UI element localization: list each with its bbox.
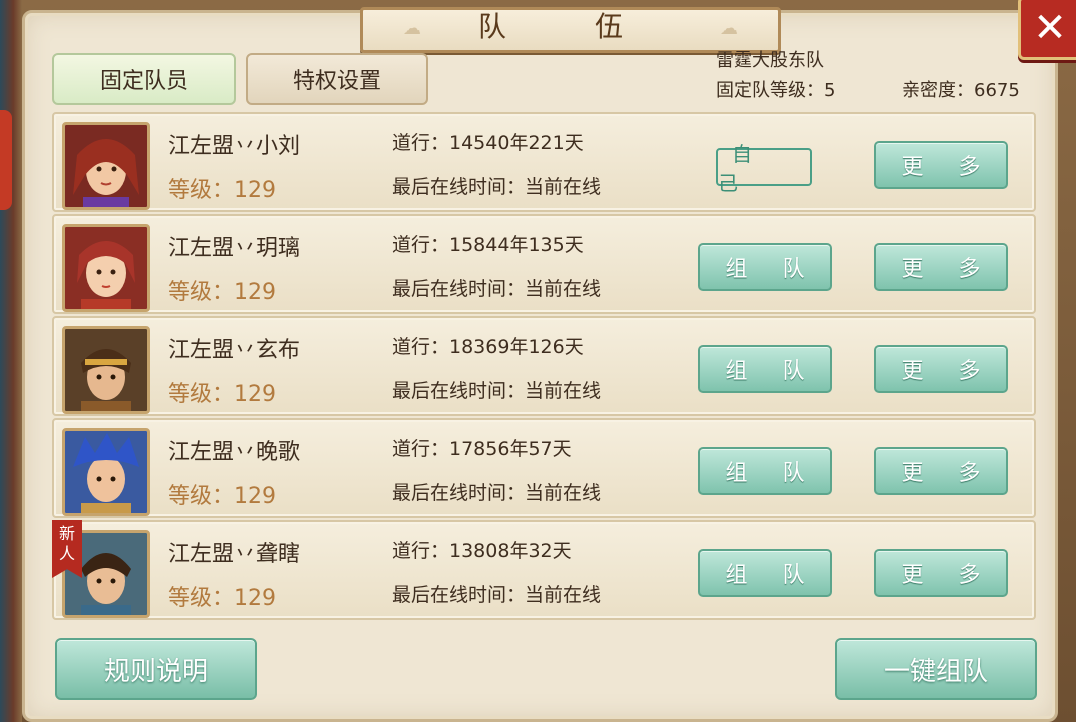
team-intimacy: 亲密度：6675 xyxy=(902,80,1020,101)
member-name: 江左盟丷玥璃 xyxy=(168,236,301,261)
member-level: 等级：129 xyxy=(168,280,276,305)
member-name: 江左盟丷小刘 xyxy=(168,134,301,159)
member-daoxing: 道行：13808年32天 xyxy=(392,540,572,562)
background-scene-edge xyxy=(0,0,22,722)
panel-title: 队 伍 xyxy=(478,10,663,43)
member-last-online: 最后在线时间：当前在线 xyxy=(392,278,602,300)
more-button[interactable]: 更 多 xyxy=(874,549,1008,597)
tab-fixed-members[interactable]: 固定队员 xyxy=(52,53,236,105)
more-button[interactable]: 更 多 xyxy=(874,447,1008,495)
team-up-button[interactable]: 组 队 xyxy=(698,243,832,291)
member-name: 江左盟丷晚歌 xyxy=(168,440,301,465)
member-daoxing: 道行：17856年57天 xyxy=(392,438,572,460)
team-level: 固定队等级：5 xyxy=(716,80,836,101)
avatar xyxy=(62,428,150,516)
avatar xyxy=(62,224,150,312)
member-row: 江左盟丷小刘 等级：129 道行：14540年221天 最后在线时间：当前在线 … xyxy=(52,112,1036,212)
rules-button[interactable]: 规则说明 xyxy=(55,638,257,700)
member-last-online: 最后在线时间：当前在线 xyxy=(392,176,602,198)
member-name: 江左盟丷聋瞎 xyxy=(168,542,301,567)
member-name: 江左盟丷玄布 xyxy=(168,338,301,363)
cloud-ornament-icon: ☁ xyxy=(403,18,421,39)
team-up-button[interactable]: 组 队 xyxy=(698,447,832,495)
team-name: 雷霆大股东队 xyxy=(716,50,824,71)
member-level: 等级：129 xyxy=(168,484,276,509)
member-daoxing: 道行：15844年135天 xyxy=(392,234,584,256)
self-stamp: 自 己 xyxy=(716,142,812,195)
new-member-badge: 新人 xyxy=(52,520,82,578)
close-icon: ✕ xyxy=(1033,5,1067,51)
member-level: 等级：129 xyxy=(168,382,276,407)
avatar xyxy=(62,122,150,210)
member-last-online: 最后在线时间：当前在线 xyxy=(392,584,602,606)
member-level: 等级：129 xyxy=(168,178,276,203)
more-button[interactable]: 更 多 xyxy=(874,243,1008,291)
member-last-online: 最后在线时间：当前在线 xyxy=(392,380,602,402)
member-daoxing: 道行：14540年221天 xyxy=(392,132,584,154)
member-row: 江左盟丷晚歌 等级：129 道行：17856年57天 最后在线时间：当前在线 组… xyxy=(52,418,1036,518)
member-last-online: 最后在线时间：当前在线 xyxy=(392,482,602,504)
member-row: 江左盟丷玥璃 等级：129 道行：15844年135天 最后在线时间：当前在线 … xyxy=(52,214,1036,314)
close-button[interactable]: ✕ xyxy=(1018,0,1076,60)
team-up-button[interactable]: 组 队 xyxy=(698,549,832,597)
tab-privilege-settings[interactable]: 特权设置 xyxy=(246,53,428,105)
member-row: 新人 江左盟丷聋瞎 等级：129 道行：13808年32天 最后在线时间：当前在… xyxy=(52,520,1036,620)
cloud-ornament-icon: ☁ xyxy=(720,18,738,39)
avatar xyxy=(62,326,150,414)
member-row: 江左盟丷玄布 等级：129 道行：18369年126天 最后在线时间：当前在线 … xyxy=(52,316,1036,416)
more-button[interactable]: 更 多 xyxy=(874,345,1008,393)
member-level: 等级：129 xyxy=(168,586,276,611)
more-button[interactable]: 更 多 xyxy=(874,141,1008,189)
member-daoxing: 道行：18369年126天 xyxy=(392,336,584,358)
team-up-button[interactable]: 组 队 xyxy=(698,345,832,393)
one-click-team-button[interactable]: 一键组队 xyxy=(835,638,1037,700)
